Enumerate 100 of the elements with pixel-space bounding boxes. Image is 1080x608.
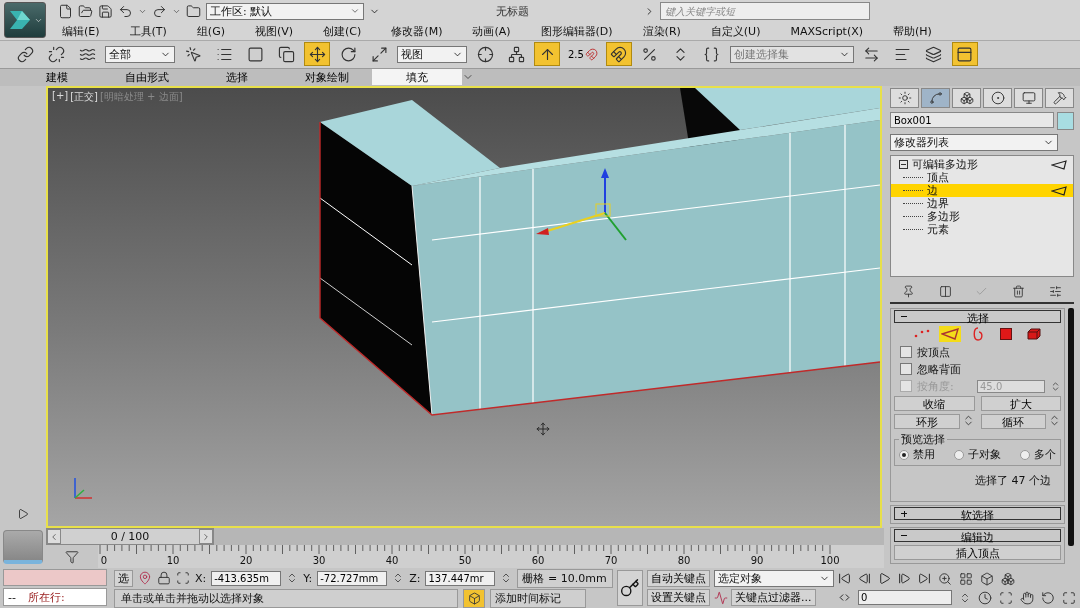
menu-item[interactable]: MAXScript(X) — [790, 24, 864, 38]
tool-button[interactable] — [605, 42, 632, 67]
square-icon — [246, 45, 264, 63]
menu-item[interactable]: 视图(V) — [254, 23, 294, 39]
status-prompt: 单击或单击并拖动以选择对象 — [114, 588, 458, 608]
tool-button[interactable] — [534, 42, 560, 67]
skip-forward-icon — [918, 572, 931, 585]
auto-key-button[interactable]: 自动关键点 — [647, 570, 710, 587]
play-icon — [17, 508, 29, 520]
pin-icon — [901, 285, 915, 298]
app-logo-button[interactable] — [4, 2, 46, 38]
search-field[interactable]: 键入关键字或短 — [660, 2, 870, 20]
dropdown[interactable]: 视图 — [397, 45, 467, 63]
ribbon-tab[interactable]: 对象绘制 — [282, 69, 372, 86]
scrollbar[interactable] — [1068, 308, 1074, 546]
time-slider-track[interactable]: 0 / 100 — [46, 528, 884, 545]
ribbon-tab[interactable]: 自由形式 — [102, 69, 192, 86]
rollout-header[interactable]: 编辑边 — [894, 529, 1061, 542]
panel-tab[interactable] — [890, 88, 919, 108]
thumbnail-button[interactable] — [3, 530, 43, 564]
panel-button[interactable]: 收缩 — [894, 396, 975, 411]
script-output-field[interactable]: -- 所在行: — [3, 588, 107, 606]
panel-button[interactable]: 循环 — [980, 414, 1046, 429]
prev-frame-button[interactable] — [47, 529, 61, 544]
stack-item[interactable]: 元素 — [891, 223, 1073, 236]
menu-item[interactable]: 编辑(E) — [62, 23, 100, 39]
menu-item[interactable]: 自定义(U) — [710, 23, 761, 39]
set-key-button[interactable] — [617, 570, 643, 606]
coordinate-field[interactable]: -72.727mm — [317, 570, 388, 586]
menu-item[interactable]: 动画(A) — [472, 23, 511, 39]
radio-button[interactable] — [954, 449, 964, 460]
stack-item[interactable]: 边 — [891, 184, 1073, 197]
expander-icon[interactable] — [899, 160, 908, 169]
menu-item[interactable]: 帮助(H) — [893, 23, 932, 39]
menu-item[interactable]: 修改器(M) — [391, 23, 443, 39]
panel-tab[interactable] — [921, 88, 950, 108]
panel-button[interactable]: 插入顶点 — [894, 545, 1061, 560]
panel-button[interactable]: 扩大 — [980, 396, 1061, 411]
tick-label: 100 — [820, 555, 840, 566]
tick-label: 80 — [677, 555, 691, 566]
rollout-header[interactable]: 软选择 — [894, 507, 1061, 520]
group-title: 预览选择 — [900, 432, 946, 447]
color-swatch[interactable] — [1057, 112, 1074, 130]
radio-button[interactable] — [899, 449, 909, 460]
menu-item[interactable]: 渲染(R) — [642, 23, 681, 39]
key-filters-button[interactable]: 关键点过滤器... — [731, 589, 816, 606]
transform-gizmo-icon[interactable] — [536, 168, 627, 241]
stack-item[interactable]: 边界 — [891, 197, 1073, 210]
percent-icon — [641, 45, 659, 63]
viewport-label[interactable]: [+] — [52, 90, 69, 104]
panel-tab[interactable] — [983, 88, 1012, 108]
add-time-tag[interactable]: 添加时间标记 — [490, 588, 586, 608]
mode-button[interactable] — [938, 326, 961, 342]
toggle-button[interactable] — [463, 588, 485, 608]
key-mode-dropdown[interactable]: 选定对象 — [714, 570, 834, 587]
dropdown[interactable]: 全部 — [105, 45, 175, 63]
ribbon-tab[interactable]: 填充 — [372, 69, 462, 86]
panel-tab[interactable] — [1014, 88, 1043, 108]
tool-button[interactable] — [304, 42, 330, 67]
coordinate-field[interactable]: 137.447mr — [425, 570, 496, 586]
radio-button[interactable] — [1020, 449, 1030, 460]
boxes-icon — [959, 91, 974, 105]
time-slider-thumb[interactable]: 0 / 100 — [46, 528, 214, 545]
next-frame-button[interactable] — [199, 529, 213, 544]
menu-item[interactable]: 组(G) — [196, 23, 225, 39]
menu-item[interactable]: 图形编辑器(D) — [540, 23, 613, 39]
selection-lock-button[interactable]: 选 — [114, 569, 133, 587]
stack-item[interactable]: 可编辑多边形 — [891, 158, 1073, 171]
object-name-field[interactable]: Box001 — [890, 112, 1054, 128]
skip-back-icon — [838, 572, 851, 585]
filter-icon — [65, 549, 79, 564]
ribbon-tab[interactable]: 建模 — [12, 69, 102, 86]
stack-item[interactable]: 顶点 — [891, 171, 1073, 184]
panel-button[interactable]: 环形 — [894, 414, 960, 429]
modifier-list-dropdown[interactable]: 修改器列表 — [890, 134, 1058, 151]
checkbox[interactable] — [900, 363, 912, 375]
panel-tab[interactable] — [952, 88, 981, 108]
panel-tab[interactable] — [1045, 88, 1074, 108]
workspace-dropdown[interactable]: 工作区: 默认 — [206, 2, 364, 20]
time-ruler[interactable]: 0 10 20 30 40 50 60 70 80 90 100 — [98, 545, 884, 568]
stack-item[interactable]: 多边形 — [891, 210, 1073, 223]
checkbox[interactable] — [900, 346, 912, 358]
unlink-icon — [47, 45, 65, 63]
menu-item[interactable]: 创建(C) — [323, 23, 362, 39]
viewport-label[interactable]: [正交] — [70, 90, 98, 104]
move-cursor-icon — [536, 422, 550, 436]
boxes-icon — [1001, 571, 1015, 586]
frame-field[interactable]: 0 — [858, 590, 952, 605]
rollout-header[interactable]: 选择 — [894, 310, 1061, 323]
script-input-field[interactable] — [3, 569, 107, 586]
snap-button[interactable]: 2.5 — [565, 42, 601, 67]
stack-label: 边 — [927, 183, 939, 198]
menu-item[interactable]: 工具(T) — [129, 23, 167, 39]
copy-icon — [277, 45, 295, 63]
spinner-icon — [1048, 414, 1061, 427]
dropdown[interactable]: 创建选择集 — [729, 45, 854, 63]
coordinate-field[interactable]: -413.635m — [211, 570, 282, 586]
set-key-text-button[interactable]: 设置关键点 — [647, 589, 710, 606]
ribbon-tab[interactable]: 选择 — [192, 69, 282, 86]
tool-button[interactable] — [951, 42, 978, 67]
